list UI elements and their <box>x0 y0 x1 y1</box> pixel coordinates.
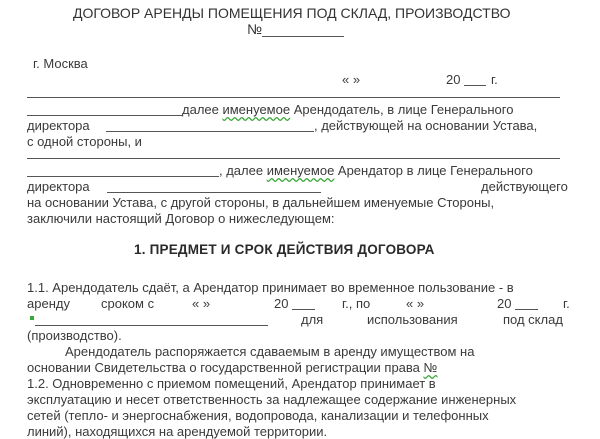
contract-number-blank <box>262 36 344 37</box>
clause-1-1-start-year: 20 <box>274 296 289 311</box>
clause-1-1-warehouse: под склад <box>503 312 563 327</box>
lessor-text-c: Арендодатель, в лице Генерального <box>290 102 514 117</box>
date-year-blank <box>464 85 486 86</box>
lessee-director-blank <box>107 192 321 193</box>
lessee-basis-text: на основании Устава, с другой стороны, в… <box>27 195 495 210</box>
clause-1-1-for: для <box>301 312 324 327</box>
clause-1-1-start-quotes: « » <box>192 296 211 311</box>
document-title: ДОГОВОР АРЕНДЫ ПОМЕЩЕНИЯ ПОД СКЛАД, ПРОИ… <box>73 5 511 21</box>
clause-1-1-until: г., по <box>342 296 371 311</box>
clause-1-1-premises-blank <box>35 325 268 326</box>
clause-1-1-aranda: аренду <box>27 296 70 311</box>
lessee-text-a: , далее <box>219 163 267 178</box>
clause-1-2-line-1: 1.2. Одновременно с приемом помещений, А… <box>27 376 436 391</box>
lessor-director-label: директора <box>27 118 90 133</box>
clause-1-1-production: (производство). <box>27 328 122 343</box>
ownership-text: основании Свидетельства о государственно… <box>27 360 424 375</box>
clause-1-1-line-1: 1.1. Арендодатель сдаёт, а Арендатор при… <box>27 280 514 295</box>
date-year-prefix: 20 <box>446 72 461 87</box>
clause-1-1-end-year-blank <box>515 309 538 310</box>
registration-number-prefix: № <box>423 360 438 375</box>
clause-1-1-end-quotes: « » <box>406 296 425 311</box>
clause-1-1-term-from: сроком с <box>101 296 155 311</box>
clause-1-1-start-year-blank <box>292 309 315 310</box>
lessor-text-a: далее <box>182 102 223 117</box>
lessee-term-spellcheck: именуемое <box>266 163 335 178</box>
ownership-line-1: Арендодатель распоряжается сдаваемым в а… <box>65 344 475 359</box>
clause-1-1-use: использования <box>367 312 458 327</box>
contract-number-prefix: № <box>247 21 263 37</box>
clause-1-1-end-year: 20 <box>497 296 512 311</box>
ownership-line-2: основании Свидетельства о государственно… <box>27 360 437 375</box>
lessor-term-spellcheck: именуемое <box>222 102 291 117</box>
clause-1-2-line-4: линий), находящихся на арендуемой террит… <box>27 424 328 439</box>
spellcheck-mark <box>30 316 34 320</box>
date-year-suffix: г. <box>491 72 498 87</box>
lessee-acting-text: действующего <box>481 179 568 194</box>
city: г. Москва <box>33 56 88 71</box>
lessor-org-blank-line <box>27 97 560 98</box>
lessor-line-1: далее именуемое Арендодатель, в лице Ген… <box>182 102 513 117</box>
lessee-name-blank <box>27 176 219 177</box>
lessee-text-c: Арендатор в лице Генерального <box>334 163 533 178</box>
lessor-side-text: с одной стороны, и <box>27 134 142 149</box>
date-quotes: « » <box>342 72 361 87</box>
lessee-line-1: , далее именуемое Арендатор в лице Генер… <box>219 163 533 178</box>
lessee-org-blank-line <box>27 158 560 159</box>
lessee-conclusion-text: заключили настоящий Договор о нижеследую… <box>27 211 335 226</box>
lessor-basis-text: , действующей на основании Устава, <box>314 118 538 133</box>
lessor-name-blank <box>27 115 182 116</box>
section-1-heading: 1. ПРЕДМЕТ И СРОК ДЕЙСТВИЯ ДОГОВОРА <box>134 242 435 257</box>
clause-1-1-end-year-suffix: г. <box>563 296 570 311</box>
clause-1-2-line-3: сетей (тепло- и энергоснабжения, водопро… <box>27 408 489 423</box>
lessor-director-blank <box>106 131 314 132</box>
lessee-director-label: директора <box>27 179 90 194</box>
clause-1-2-line-2: эксплуатацию и несет ответственность за … <box>27 392 517 407</box>
